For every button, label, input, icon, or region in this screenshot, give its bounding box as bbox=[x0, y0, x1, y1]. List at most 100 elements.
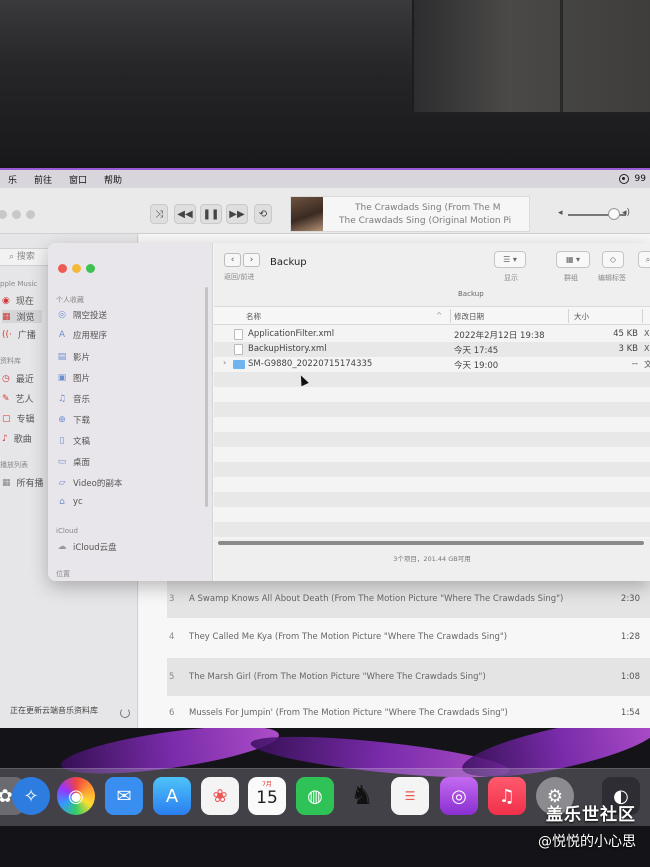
sidebar-item-songs[interactable]: ♪ 歌曲 bbox=[2, 432, 32, 446]
dock-app-qq[interactable]: ♞ bbox=[343, 777, 381, 815]
empty-row bbox=[214, 447, 650, 462]
dock-app-podcasts[interactable]: ◎ bbox=[440, 777, 478, 815]
previous-button[interactable]: ◀◀ bbox=[174, 204, 196, 224]
appstore-icon: A bbox=[165, 785, 179, 807]
dock-app-aperture[interactable]: ◉ bbox=[57, 777, 95, 815]
minimize-button[interactable] bbox=[72, 264, 81, 273]
file-row[interactable]: ApplicationFilter.xml 2022年2月12日 19:38 4… bbox=[214, 327, 650, 342]
group-button[interactable]: ▦ ▾ bbox=[556, 251, 590, 268]
dock-app-safari[interactable]: ✧ bbox=[12, 777, 50, 815]
sidebar-item-home[interactable]: ⌂ yc bbox=[56, 497, 83, 507]
volume-knob[interactable] bbox=[608, 208, 620, 220]
dock-app-calendar[interactable]: 7月 15 bbox=[248, 777, 286, 815]
sidebar-item-downloads[interactable]: ⊕ 下载 bbox=[56, 414, 90, 426]
close-button[interactable] bbox=[58, 264, 67, 273]
sidebar-item-pictures[interactable]: ▣ 图片 bbox=[56, 372, 90, 384]
menu-item-go[interactable]: 前往 bbox=[34, 173, 52, 186]
disclosure-triangle-icon[interactable]: › bbox=[223, 358, 226, 367]
dock-app-wechat[interactable]: ◍ bbox=[296, 777, 334, 815]
column-header-name[interactable]: 名称 bbox=[246, 311, 261, 322]
menu-item-music[interactable]: 乐 bbox=[8, 173, 17, 186]
clock-icon: ◷ bbox=[2, 373, 10, 384]
sidebar-item-desktop[interactable]: ▭ 桌面 bbox=[56, 456, 90, 468]
nav-forward-button[interactable]: › bbox=[243, 253, 260, 267]
sidebar-item-radio[interactable]: ((· 广播 bbox=[2, 328, 36, 342]
dock-app-mail[interactable]: ✉ bbox=[105, 777, 143, 815]
apps-icon: A bbox=[58, 330, 66, 340]
sidebar-item-artists[interactable]: ✎ 艺人 bbox=[2, 392, 34, 406]
penguin-icon: ♞ bbox=[350, 781, 374, 811]
music-toolbar: ⤨ ◀◀ ❚❚ ▶▶ ⟲ The Crawdads Sing (From The… bbox=[0, 188, 650, 234]
sidebar-item-icloud-drive[interactable]: ☁ iCloud云盘 bbox=[56, 541, 117, 553]
sidebar-item-albums[interactable]: ▢ 专辑 bbox=[2, 412, 35, 426]
grid-icon: ▦ ▾ bbox=[565, 255, 581, 264]
sidebar-scrollbar[interactable] bbox=[205, 287, 208, 507]
sidebar-item-music[interactable]: ♫ 音乐 bbox=[56, 393, 90, 405]
chat-bubble-icon: ◍ bbox=[307, 785, 323, 807]
pause-button[interactable]: ❚❚ bbox=[200, 204, 222, 224]
next-button[interactable]: ▶▶ bbox=[226, 204, 248, 224]
column-separator[interactable] bbox=[450, 309, 451, 323]
menu-item-help[interactable]: 帮助 bbox=[104, 173, 122, 186]
file-modified: 2022年2月12日 19:38 bbox=[454, 331, 545, 341]
record-icon[interactable] bbox=[618, 174, 629, 184]
volume-slider[interactable]: ◂ ◂) bbox=[558, 208, 642, 220]
sidebar-item-movies[interactable]: ▤ 影片 bbox=[56, 351, 90, 363]
folder-row[interactable]: › SM-G9880_20220715174335 今天 19:00 -- 文 bbox=[214, 357, 650, 372]
edit-tags-button[interactable]: ◇ bbox=[602, 251, 624, 268]
sidebar-item-label: 音乐 bbox=[73, 395, 91, 405]
sidebar-item-now[interactable]: ◉ 现在 bbox=[2, 294, 34, 308]
empty-row bbox=[214, 462, 650, 477]
dock-app-music[interactable]: ♫ bbox=[488, 777, 526, 815]
track-row[interactable]: 4 They Called Me Kya (From The Motion Pi… bbox=[167, 618, 650, 656]
pause-icon: ❚❚ bbox=[202, 208, 220, 220]
now-playing-title: The Crawdads Sing (From The M bbox=[355, 203, 501, 213]
sidebar-item-label: 图片 bbox=[73, 374, 91, 384]
dock-app-reminders[interactable]: ☰ bbox=[391, 777, 429, 815]
dock-app-photos-color[interactable]: ❀ bbox=[201, 777, 239, 815]
file-name: ApplicationFilter.xml bbox=[248, 329, 335, 339]
track-row[interactable]: 3 A Swamp Knows All About Death (From Th… bbox=[167, 580, 650, 618]
view-options-button[interactable]: ☰ ▾ bbox=[494, 251, 526, 268]
group-label: 群组 bbox=[564, 274, 578, 282]
photos-icon: ✿ bbox=[0, 785, 13, 807]
track-duration: 1:28 bbox=[620, 632, 640, 642]
list-view-icon: ☰ ▾ bbox=[503, 255, 517, 264]
file-kind: X bbox=[644, 344, 650, 353]
file-row[interactable]: BackupHistory.xml 今天 17:45 3 KB X bbox=[214, 342, 650, 357]
window-close-dim[interactable] bbox=[0, 210, 7, 219]
repeat-button[interactable]: ⟲ bbox=[254, 204, 272, 224]
now-playing-display[interactable]: The Crawdads Sing (From The M The Crawda… bbox=[290, 196, 530, 232]
sort-chevron-icon: ^ bbox=[436, 311, 443, 320]
zoom-button[interactable] bbox=[86, 264, 95, 273]
nav-back-button[interactable]: ‹ bbox=[224, 253, 241, 267]
window-minimize-dim[interactable] bbox=[12, 210, 21, 219]
sidebar-item-documents[interactable]: ▯ 文稿 bbox=[56, 435, 91, 447]
sidebar-item-applications[interactable]: A 应用程序 bbox=[56, 329, 107, 341]
path-label: Backup bbox=[458, 290, 484, 298]
track-row[interactable]: 6 Mussels For Jumpin' (From The Motion P… bbox=[167, 694, 650, 730]
sidebar-item-recent[interactable]: ◷ 最近 bbox=[2, 372, 34, 386]
column-separator[interactable] bbox=[642, 309, 643, 323]
column-header-modified[interactable]: 修改日期 bbox=[454, 311, 484, 322]
horizontal-scrollbar[interactable] bbox=[218, 541, 644, 545]
sidebar-item-browse[interactable]: ▦ 浏览 bbox=[2, 310, 42, 323]
sidebar-item-label: 文稿 bbox=[73, 437, 91, 447]
favorites-header: 个人收藏 bbox=[56, 296, 84, 304]
window-zoom-dim[interactable] bbox=[26, 210, 35, 219]
column-header-size[interactable]: 大小 bbox=[574, 311, 589, 322]
sidebar-item-airdrop[interactable]: ◎ 隔空投送 bbox=[56, 309, 107, 321]
folder-icon bbox=[233, 360, 245, 369]
sidebar-item-video-copy[interactable]: ▱ Video的副本 bbox=[56, 477, 123, 489]
search-button[interactable]: ⌕ bbox=[638, 251, 650, 268]
sidebar-item-label: 所有播 bbox=[16, 479, 44, 489]
photo-doorframe bbox=[412, 0, 650, 112]
column-separator[interactable] bbox=[568, 309, 569, 323]
sidebar-item-all-playlists[interactable]: ▦ 所有播 bbox=[2, 476, 44, 490]
dock-app-appstore[interactable]: A bbox=[153, 777, 191, 815]
menu-item-window[interactable]: 窗口 bbox=[69, 173, 87, 186]
track-row[interactable]: 5 The Marsh Girl (From The Motion Pictur… bbox=[167, 658, 650, 696]
file-size: 3 KB bbox=[618, 344, 638, 354]
empty-row bbox=[214, 402, 650, 417]
shuffle-button[interactable]: ⤨ bbox=[150, 204, 168, 224]
